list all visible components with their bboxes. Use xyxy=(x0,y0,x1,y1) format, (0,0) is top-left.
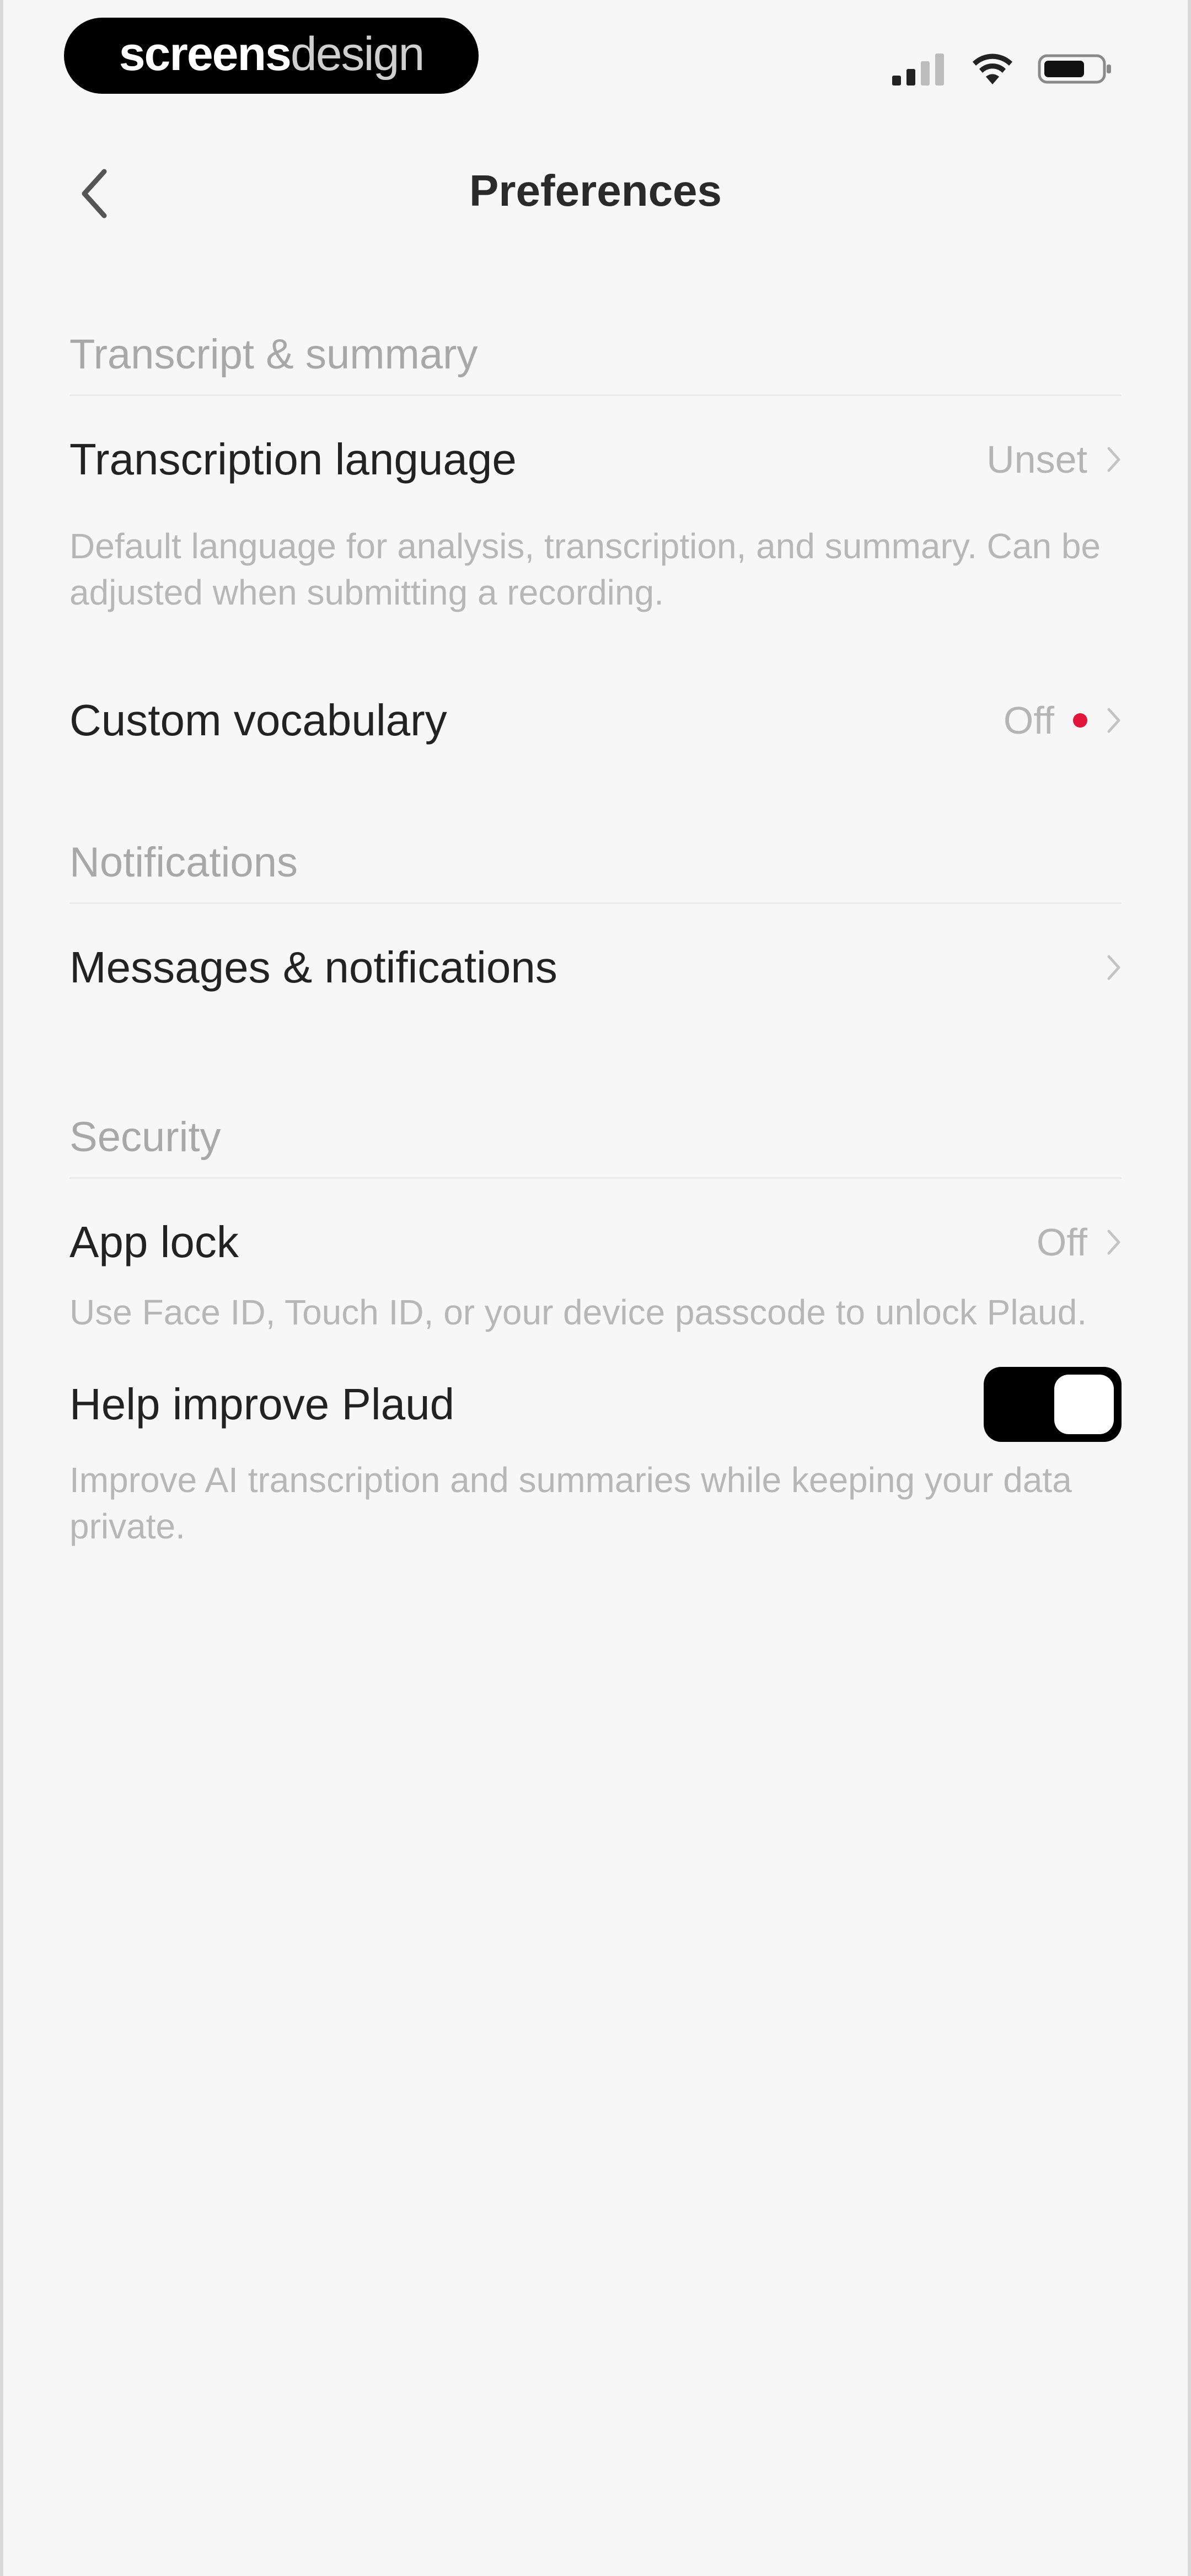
section-header-notifications: Notifications xyxy=(69,822,1122,904)
chevron-right-icon xyxy=(1106,1228,1122,1256)
cellular-signal-icon xyxy=(892,52,947,85)
app-lock-trailing: Off xyxy=(1037,1220,1122,1264)
new-badge-dot xyxy=(1073,713,1087,728)
app-lock-label: App lock xyxy=(69,1217,239,1266)
transcription-language-label: Transcription language xyxy=(69,435,517,484)
wifi-icon xyxy=(972,52,1013,85)
custom-vocabulary-value: Off xyxy=(1003,699,1054,742)
custom-vocabulary-row[interactable]: Custom vocabulary Off xyxy=(69,671,1122,770)
help-improve-description: Improve AI transcription and summaries w… xyxy=(69,1460,1072,1546)
app-lock-value: Off xyxy=(1036,1221,1087,1264)
messages-notifications-row[interactable]: Messages & notifications xyxy=(69,904,1122,1031)
toggle-knob xyxy=(1054,1375,1114,1434)
messages-notifications-trailing xyxy=(1106,954,1122,981)
navigation-bar: Preferences xyxy=(3,138,1188,248)
transcription-language-row[interactable]: Transcription language Unset xyxy=(69,396,1122,523)
messages-notifications-label: Messages & notifications xyxy=(69,943,557,992)
status-icons xyxy=(892,50,1113,88)
custom-vocabulary-label: Custom vocabulary xyxy=(69,696,447,745)
help-improve-row: Help improve Plaud xyxy=(69,1358,1122,1451)
brand-text-bold: screens xyxy=(119,27,292,81)
help-improve-toggle[interactable] xyxy=(984,1367,1122,1442)
custom-vocabulary-trailing: Off xyxy=(1004,698,1122,742)
preferences-screen: screensdesign Preferences Transcript & s… xyxy=(0,0,1191,2576)
app-lock-row[interactable]: App lock Off xyxy=(69,1179,1122,1306)
chevron-right-icon xyxy=(1106,954,1122,981)
brand-watermark: screensdesign xyxy=(64,18,479,94)
status-bar: screensdesign xyxy=(3,0,1188,121)
brand-text-light: design xyxy=(290,27,425,81)
preferences-list: Transcript & summary Transcription langu… xyxy=(69,314,1122,1549)
transcription-language-trailing: Unset xyxy=(986,437,1122,482)
help-improve-label: Help improve Plaud xyxy=(69,1380,455,1429)
chevron-right-icon xyxy=(1106,446,1122,473)
page-title: Preferences xyxy=(469,166,722,215)
transcription-language-description: Default language for analysis, transcrip… xyxy=(69,526,1101,612)
section-header-security: Security xyxy=(69,1097,1122,1179)
chevron-right-icon xyxy=(1106,707,1122,734)
section-header-transcript: Transcript & summary xyxy=(69,314,1122,396)
transcription-language-value: Unset xyxy=(986,438,1087,481)
brand-text: screensdesign xyxy=(119,27,425,82)
battery-icon xyxy=(1038,52,1113,85)
